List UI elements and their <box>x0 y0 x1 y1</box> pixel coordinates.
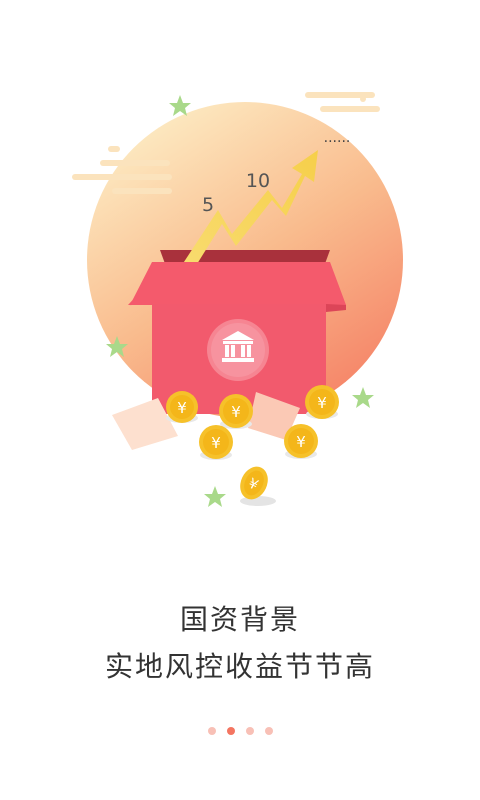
page-dot-3[interactable] <box>245 727 254 735</box>
coin-symbol: ¥ <box>231 403 241 421</box>
chart-label-10: 10 <box>246 170 270 192</box>
coin-symbol: ¥ <box>317 394 327 412</box>
slogan-headline: 国资背景 <box>179 603 300 636</box>
page-dot-4[interactable] <box>264 727 273 735</box>
page-indicator <box>0 727 480 741</box>
page-dot-1[interactable] <box>207 727 216 735</box>
chart-ellipsis: ······ <box>324 134 351 150</box>
hero-illustration: 5 10 ······ ¥ ¥ ¥ ¥ ¥ ¥ <box>72 92 403 507</box>
cloud-right <box>305 92 380 112</box>
page-dot-2-active[interactable] <box>226 727 235 735</box>
star-icon <box>204 486 226 507</box>
slogan-subline: 实地风控收益节节高 <box>104 650 375 683</box>
star-icon <box>352 387 374 408</box>
coin-symbol: ¥ <box>177 399 187 417</box>
box-lid-front <box>130 262 346 305</box>
chart-label-5: 5 <box>202 194 214 216</box>
coin-symbol: ¥ <box>211 434 221 452</box>
coin-symbol: ¥ <box>296 433 306 451</box>
